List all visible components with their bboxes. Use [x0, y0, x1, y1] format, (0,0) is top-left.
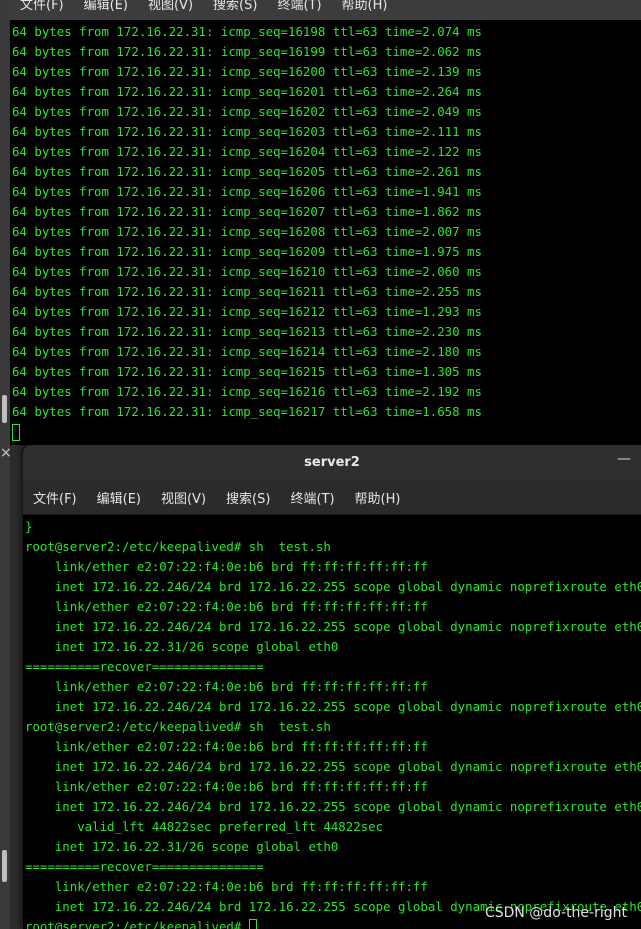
window-titlebar[interactable]: server2 — [23, 445, 641, 481]
desktop-left-edge [0, 0, 10, 929]
output-line: 64 bytes from 172.16.22.31: icmp_seq=162… [12, 284, 482, 299]
output-line: 64 bytes from 172.16.22.31: icmp_seq=162… [12, 304, 482, 319]
output-line: link/ether e2:07:22:f4:0e:b6 brd ff:ff:f… [25, 599, 428, 614]
output-line: 64 bytes from 172.16.22.31: icmp_seq=162… [12, 124, 482, 139]
menu-search[interactable]: 搜索(S) [216, 488, 280, 507]
menu-terminal[interactable]: 终端(T) [267, 0, 331, 13]
menu-search[interactable]: 搜索(S) [203, 0, 267, 13]
output-line: inet 172.16.22.246/24 brd 172.16.22.255 … [25, 799, 641, 814]
output-line: 64 bytes from 172.16.22.31: icmp_seq=162… [12, 104, 482, 119]
output-line: 64 bytes from 172.16.22.31: icmp_seq=161… [12, 24, 482, 39]
output-line: link/ether e2:07:22:f4:0e:b6 brd ff:ff:f… [25, 739, 428, 754]
scroll-marker [2, 850, 7, 882]
output-line: 64 bytes from 172.16.22.31: icmp_seq=162… [12, 344, 482, 359]
terminal-window-server2[interactable]: server2 — 文件(F) 编辑(E) 视图(V) 搜索(S) 终端(T) … [23, 445, 641, 929]
menu-help[interactable]: 帮助(H) [332, 0, 398, 13]
close-icon[interactable]: × [0, 445, 22, 463]
output-line: 64 bytes from 172.16.22.31: icmp_seq=162… [12, 84, 482, 99]
output-line: link/ether e2:07:22:f4:0e:b6 brd ff:ff:f… [25, 879, 428, 894]
output-line: 64 bytes from 172.16.22.31: icmp_seq=162… [12, 364, 482, 379]
menu-view[interactable]: 视图(V) [138, 0, 203, 13]
terminal-cursor [12, 424, 20, 441]
menubar: 文件(F) 编辑(E) 视图(V) 搜索(S) 终端(T) 帮助(H) [10, 0, 641, 20]
output-line: ==========recover=============== [25, 659, 264, 674]
output-line: root@server2:/etc/keepalived# sh test.sh [25, 539, 331, 554]
output-line: inet 172.16.22.246/24 brd 172.16.22.255 … [25, 759, 641, 774]
window-title: server2 [304, 455, 360, 470]
shell-prompt: root@server2:/etc/keepalived# [25, 919, 249, 929]
menu-view[interactable]: 视图(V) [151, 488, 216, 507]
menu-file[interactable]: 文件(F) [23, 488, 87, 507]
output-line: 64 bytes from 172.16.22.31: icmp_seq=162… [12, 244, 482, 259]
output-line: link/ether e2:07:22:f4:0e:b6 brd ff:ff:f… [25, 679, 428, 694]
output-line: 64 bytes from 172.16.22.31: icmp_seq=162… [12, 64, 482, 79]
menu-file[interactable]: 文件(F) [10, 0, 74, 13]
output-line: link/ether e2:07:22:f4:0e:b6 brd ff:ff:f… [25, 559, 428, 574]
terminal-window-ping[interactable]: 文件(F) 编辑(E) 视图(V) 搜索(S) 终端(T) 帮助(H) 64 b… [10, 0, 641, 445]
output-line: 64 bytes from 172.16.22.31: icmp_seq=162… [12, 384, 482, 399]
output-line: inet 172.16.22.246/24 brd 172.16.22.255 … [25, 579, 641, 594]
output-line: 64 bytes from 172.16.22.31: icmp_seq=162… [12, 224, 482, 239]
output-line: } [25, 519, 33, 534]
output-line: inet 172.16.22.31/26 scope global eth0 [25, 839, 339, 854]
menu-edit[interactable]: 编辑(E) [87, 488, 151, 507]
output-line: 64 bytes from 172.16.22.31: icmp_seq=162… [12, 204, 482, 219]
output-line: link/ether e2:07:22:f4:0e:b6 brd ff:ff:f… [25, 779, 428, 794]
menubar: 文件(F) 编辑(E) 视图(V) 搜索(S) 终端(T) 帮助(H) [23, 481, 641, 515]
terminal-cursor [248, 919, 257, 929]
output-line: valid_lft 44822sec preferred_lft 44822se… [25, 819, 384, 834]
output-line: 64 bytes from 172.16.22.31: icmp_seq=162… [12, 264, 482, 279]
output-line: inet 172.16.22.246/24 brd 172.16.22.255 … [25, 619, 641, 634]
terminal-output[interactable]: } root@server2:/etc/keepalived# sh test.s… [23, 515, 641, 929]
watermark: CSDN @do-the-right [484, 905, 627, 921]
output-line: 64 bytes from 172.16.22.31: icmp_seq=162… [12, 404, 482, 419]
output-line: root@server2:/etc/keepalived# sh test.sh [25, 719, 331, 734]
menu-help[interactable]: 帮助(H) [345, 488, 411, 507]
output-line: 64 bytes from 172.16.22.31: icmp_seq=162… [12, 164, 482, 179]
minimize-icon[interactable]: — [617, 451, 631, 467]
output-line: 64 bytes from 172.16.22.31: icmp_seq=162… [12, 184, 482, 199]
output-line: 64 bytes from 172.16.22.31: icmp_seq=162… [12, 144, 482, 159]
menu-terminal[interactable]: 终端(T) [280, 488, 344, 507]
output-line: 64 bytes from 172.16.22.31: icmp_seq=162… [12, 324, 482, 339]
output-line: 64 bytes from 172.16.22.31: icmp_seq=161… [12, 44, 482, 59]
menu-edit[interactable]: 编辑(E) [74, 0, 138, 13]
output-line: inet 172.16.22.31/26 scope global eth0 [25, 639, 339, 654]
output-line: inet 172.16.22.246/24 brd 172.16.22.255 … [25, 699, 641, 714]
terminal-output[interactable]: 64 bytes from 172.16.22.31: icmp_seq=161… [10, 20, 641, 442]
scroll-marker [2, 395, 7, 423]
output-line: ==========recover=============== [25, 859, 264, 874]
